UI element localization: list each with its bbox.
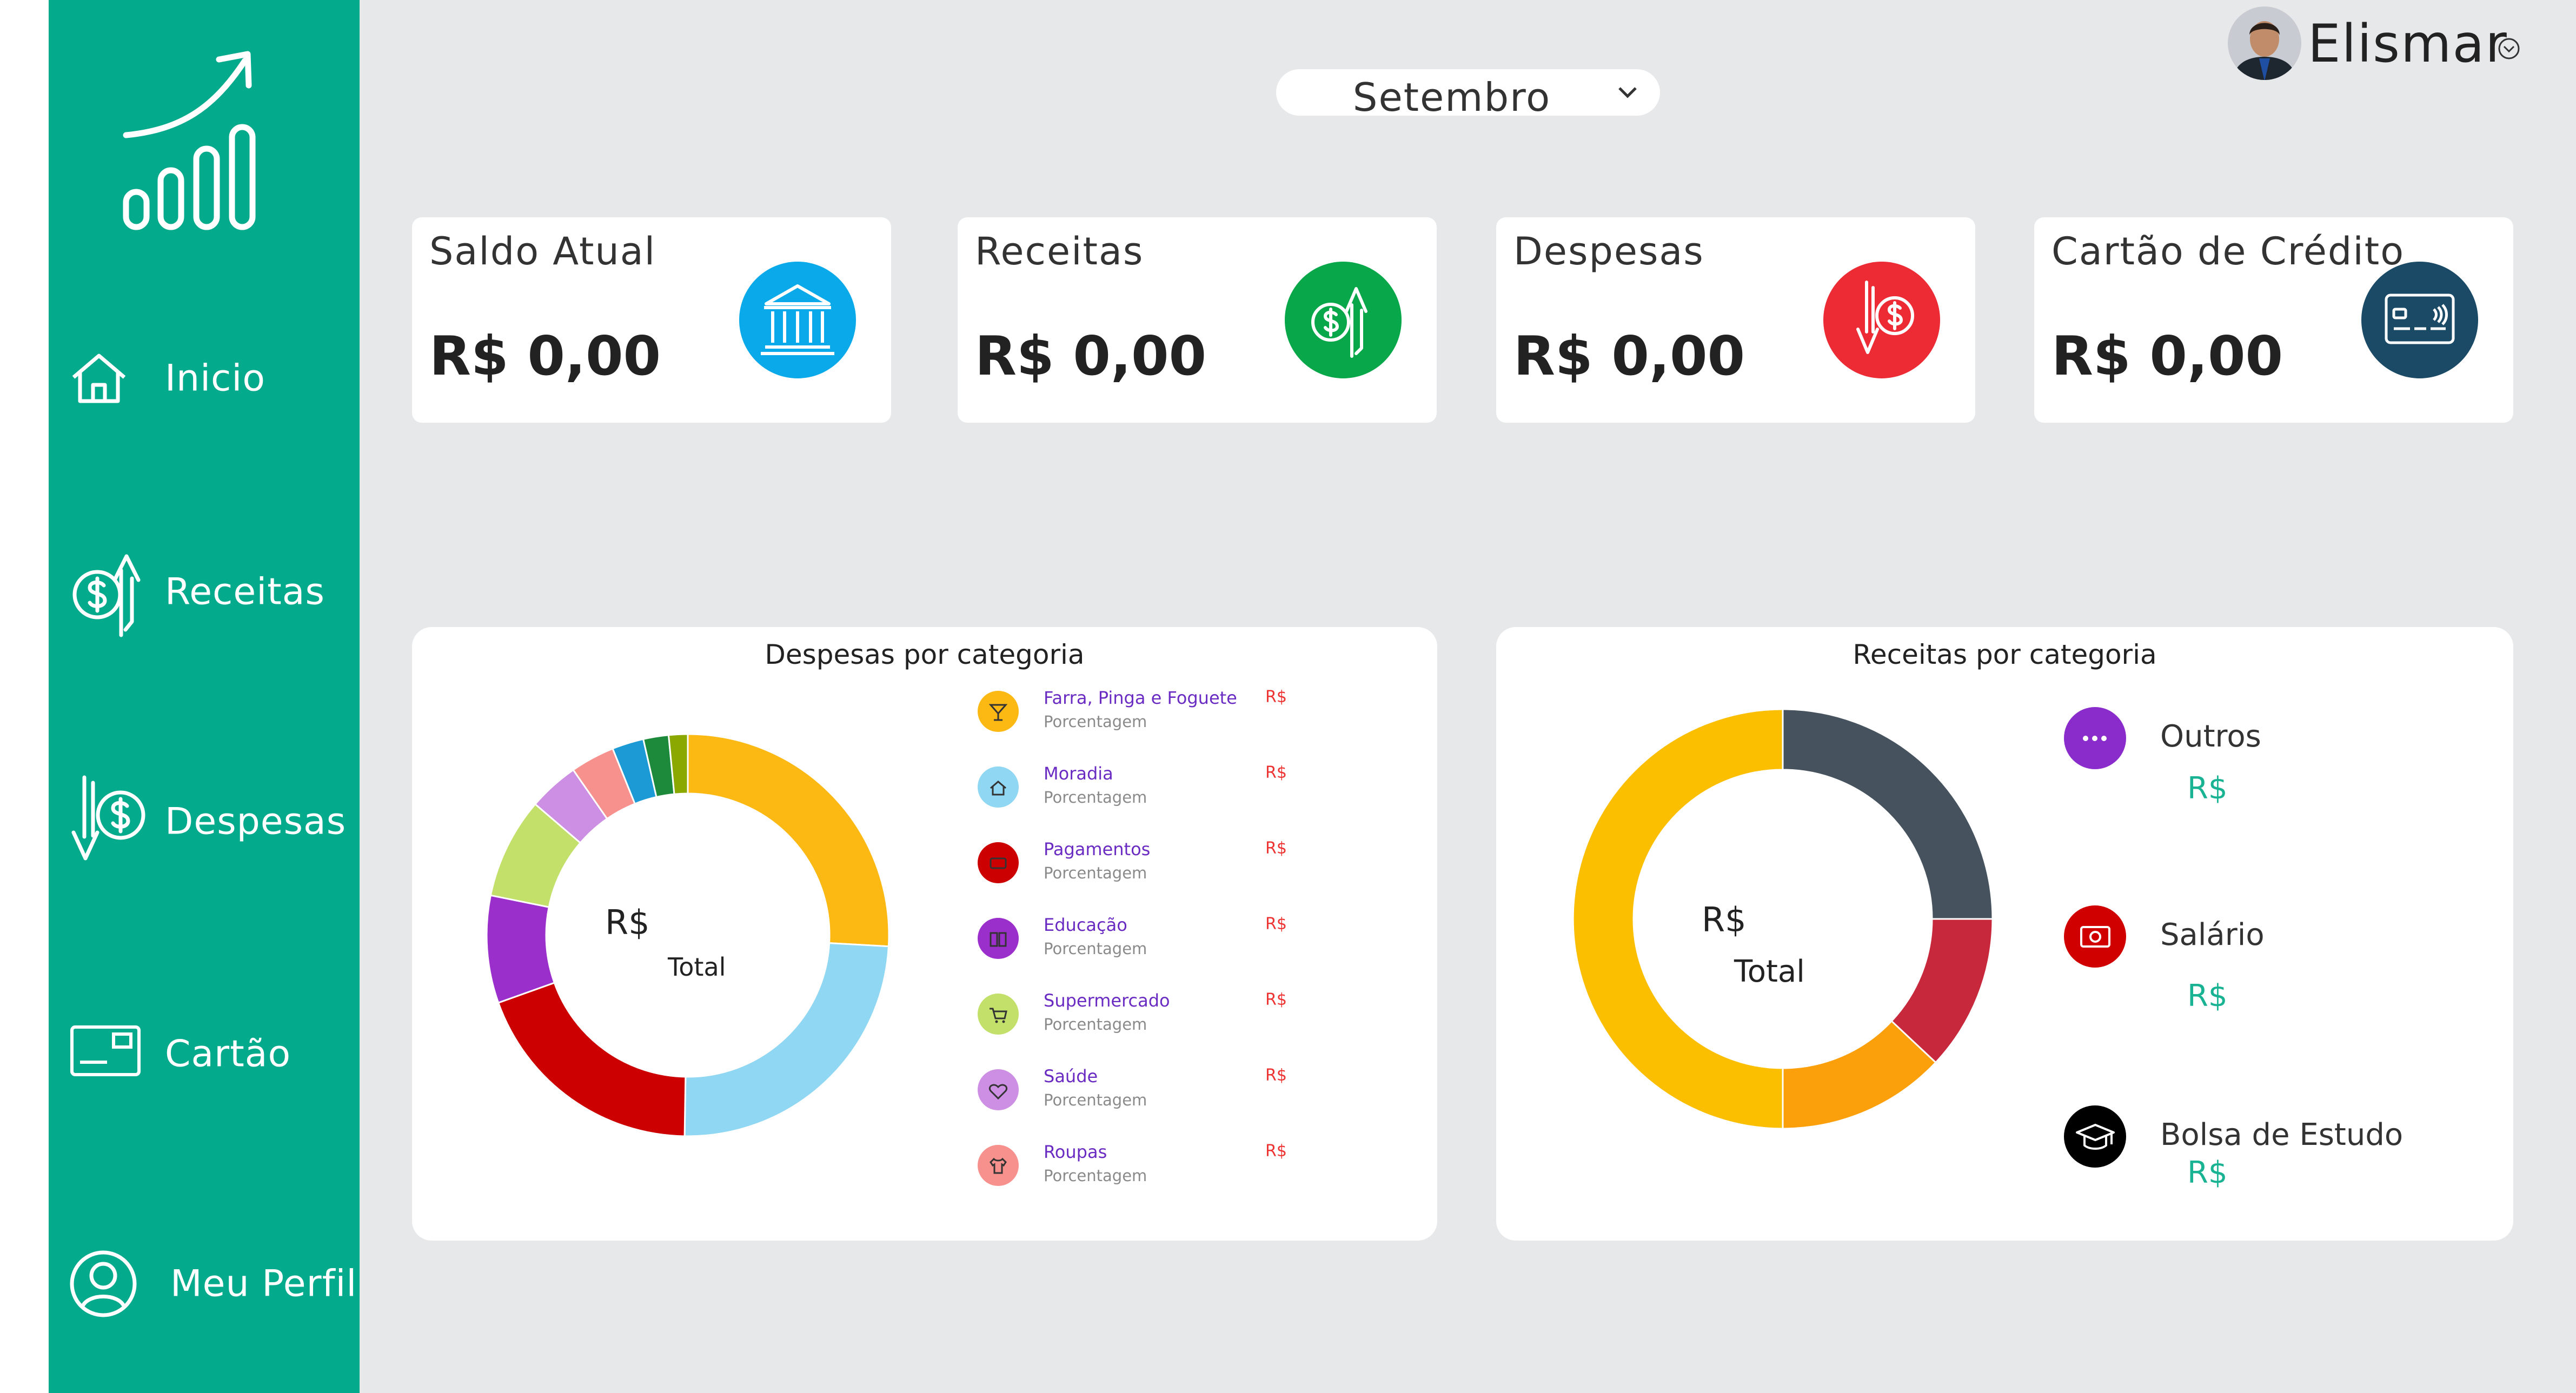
month-select-value: Setembro — [1352, 75, 1551, 120]
house-icon — [978, 767, 1019, 808]
donut-slice-4[interactable] — [1572, 708, 1784, 1130]
more-icon — [2064, 707, 2126, 769]
card-value: R$ 0,00 — [2051, 324, 2283, 388]
donut-center-label: Total — [668, 952, 726, 982]
legend-sub: Porcentagem — [1044, 712, 1147, 731]
card-icon — [70, 1025, 141, 1076]
sidebar-item-label: Despesas — [165, 800, 347, 843]
donut-center-label: Total — [1734, 954, 1805, 989]
expenses-panel: Despesas por categoria R$ Total Farra, P… — [412, 627, 1437, 1241]
donut-slice-1[interactable] — [687, 733, 890, 948]
legend-value: R$ — [2187, 978, 2228, 1014]
user-name: Elismar — [2308, 14, 2508, 74]
legend-value: R$ — [1265, 763, 1287, 782]
user-menu[interactable]: Elismar — [2227, 5, 2529, 86]
panel-title: Receitas por categoria — [1853, 639, 2157, 670]
legend-name: Roupas — [1044, 1142, 1107, 1162]
avatar — [2228, 6, 2301, 80]
cart-icon — [978, 994, 1019, 1035]
legend-value: R$ — [1265, 1142, 1287, 1161]
payment-icon — [978, 842, 1019, 883]
sidebar-item-inicio[interactable]: Inicio — [49, 335, 360, 422]
legend-value: R$ — [1265, 839, 1287, 858]
income-icon — [1285, 262, 1402, 378]
legend-name: Outros — [2160, 719, 2261, 754]
legend-name: Supermercado — [1044, 990, 1170, 1011]
card-title: Saldo Atual — [429, 229, 656, 274]
legend-value: R$ — [1265, 990, 1287, 1009]
chevron-down-icon — [1618, 87, 1637, 98]
book-icon — [978, 918, 1019, 959]
card-cartao-credito[interactable]: Cartão de Crédito R$ 0,00 — [2034, 217, 2513, 423]
donut-slice-4[interactable] — [486, 894, 556, 1004]
legend-name: Educação — [1044, 915, 1127, 935]
panel-title: Despesas por categoria — [765, 639, 1085, 670]
donut-slice-3[interactable] — [497, 982, 687, 1137]
legend-name: Farra, Pinga e Foguete — [1044, 688, 1237, 708]
graduation-cap-icon — [2064, 1105, 2126, 1168]
credit-card-icon — [2361, 262, 2478, 378]
sidebar-item-meu-perfil[interactable]: Meu Perfil — [49, 1241, 360, 1327]
card-value: R$ 0,00 — [1513, 324, 1745, 388]
growth-chart-logo-icon — [123, 51, 256, 230]
expense-arrow-icon — [71, 775, 145, 861]
legend-name: Saúde — [1044, 1066, 1098, 1087]
sidebar: Inicio Receitas Despesas Cartão Meu Perf… — [0, 0, 360, 1393]
legend-sub: Porcentagem — [1044, 1091, 1147, 1109]
user-icon — [70, 1250, 137, 1317]
legend-sub: Porcentagem — [1044, 939, 1147, 958]
legend-name: Pagamentos — [1044, 839, 1151, 859]
month-select[interactable]: Setembro — [1276, 69, 1660, 120]
card-receitas[interactable]: Receitas R$ 0,00 — [958, 217, 1437, 423]
sidebar-item-receitas[interactable]: Receitas — [49, 549, 360, 637]
card-title: Cartão de Crédito — [2051, 229, 2405, 274]
home-icon — [72, 354, 126, 403]
legend-value: R$ — [2187, 1155, 2228, 1190]
sidebar-item-despesas[interactable]: Despesas — [49, 775, 360, 865]
chevron-down-icon — [2498, 38, 2520, 59]
card-saldo-atual[interactable]: Saldo Atual R$ 0,00 — [412, 217, 891, 423]
donut-center-value: R$ — [605, 903, 650, 942]
card-title: Despesas — [1513, 229, 1704, 274]
donut-center-value: R$ — [1702, 900, 1747, 939]
bank-icon — [739, 262, 856, 378]
legend-name: Moradia — [1044, 763, 1113, 784]
legend-sub: Porcentagem — [1044, 1015, 1147, 1034]
legend-name: Salário — [2160, 917, 2265, 952]
card-value: R$ 0,00 — [975, 324, 1207, 388]
income-donut-chart — [1572, 708, 1994, 1130]
legend-sub: Porcentagem — [1044, 864, 1147, 882]
legend-value: R$ — [1265, 1066, 1287, 1085]
sidebar-item-label: Inicio — [165, 357, 265, 400]
income-panel: Receitas por categoria R$ Total Outros R… — [1496, 627, 2513, 1241]
donut-slice-1[interactable] — [1782, 708, 1994, 920]
shirt-icon — [978, 1145, 1019, 1186]
heart-icon — [978, 1069, 1019, 1110]
money-icon — [2064, 905, 2126, 968]
expense-icon — [1823, 262, 1940, 378]
legend-value: R$ — [1265, 915, 1287, 934]
card-title: Receitas — [975, 229, 1144, 274]
legend-value: R$ — [2187, 771, 2228, 806]
sidebar-item-label: Cartão — [165, 1032, 291, 1076]
legend-name: Bolsa de Estudo — [2160, 1117, 2404, 1152]
sidebar-item-cartao[interactable]: Cartão — [49, 1011, 360, 1097]
legend-sub: Porcentagem — [1044, 1167, 1147, 1185]
expenses-donut-chart — [486, 733, 890, 1137]
sidebar-item-label: Meu Perfil — [170, 1262, 357, 1305]
sidebar-item-label: Receitas — [165, 570, 325, 614]
legend-sub: Porcentagem — [1044, 788, 1147, 807]
card-despesas[interactable]: Despesas R$ 0,00 — [1496, 217, 1975, 423]
income-arrow-icon — [72, 554, 141, 637]
legend-value: R$ — [1265, 688, 1287, 707]
cocktail-icon — [978, 691, 1019, 732]
card-value: R$ 0,00 — [429, 324, 661, 388]
